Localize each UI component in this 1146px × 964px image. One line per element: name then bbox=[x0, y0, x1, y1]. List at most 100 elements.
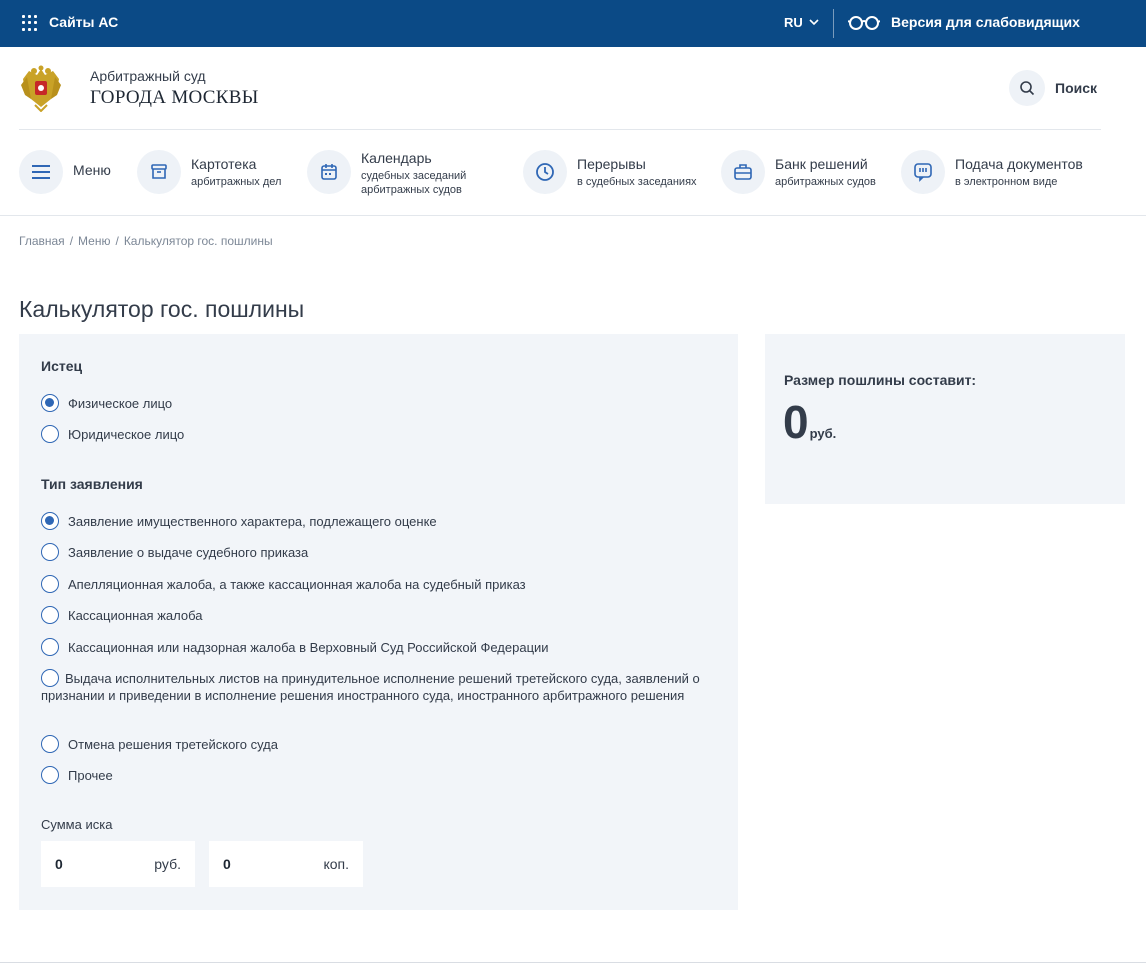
radio-court-order[interactable]: Заявление о выдаче судебного приказа bbox=[41, 543, 309, 561]
nav-menu[interactable]: Меню bbox=[19, 150, 111, 194]
page-title: Калькулятор гос. пошлины bbox=[19, 296, 305, 322]
coat-of-arms-logo[interactable] bbox=[19, 65, 63, 112]
nav-menu-label: Меню bbox=[73, 162, 111, 178]
nav-breaks[interactable]: Перерывы в судебных заседаниях bbox=[523, 150, 697, 194]
court-name-line2[interactable]: ГОРОДА МОСКВЫ bbox=[90, 87, 259, 109]
breadcrumb-menu[interactable]: Меню bbox=[78, 234, 110, 248]
radio-label: Кассационная или надзорная жалоба в Верх… bbox=[68, 640, 549, 655]
nav-calendar-title: Календарь bbox=[361, 150, 432, 166]
kopecks-value: 0 bbox=[223, 856, 231, 872]
archive-box-icon bbox=[151, 164, 167, 179]
breadcrumb-separator: / bbox=[115, 234, 119, 248]
radio-label: Юридическое лицо bbox=[68, 427, 185, 442]
radio-legal-entity[interactable]: Юридическое лицо bbox=[41, 425, 185, 443]
nav-filing-title: Подача документов bbox=[955, 156, 1083, 172]
radio-other[interactable]: Прочее bbox=[41, 766, 113, 784]
fee-amount: 0 bbox=[783, 396, 809, 448]
menu-icon-circle bbox=[19, 150, 63, 194]
radio-button-icon bbox=[41, 394, 59, 412]
bank-icon-circle bbox=[721, 150, 765, 194]
nav-calendar-subtitle1: судебных заседаний bbox=[361, 170, 467, 182]
plaintiff-section-title: Истец bbox=[41, 358, 83, 374]
header-divider bbox=[19, 129, 1101, 130]
radio-button-icon bbox=[41, 766, 59, 784]
radio-supreme-court[interactable]: Кассационная или надзорная жалоба в Верх… bbox=[41, 638, 549, 656]
message-alert-icon bbox=[914, 163, 932, 182]
rubles-input[interactable]: 0 руб. bbox=[41, 841, 195, 887]
breadcrumb-home[interactable]: Главная bbox=[19, 234, 65, 248]
radio-label: Кассационная жалоба bbox=[68, 608, 203, 623]
nav-breaks-subtitle: в судебных заседаниях bbox=[577, 176, 697, 188]
radio-button-icon bbox=[41, 512, 59, 530]
radio-label: Выдача исполнительных листов на принудит… bbox=[41, 671, 700, 703]
nav-calendar[interactable]: Календарь судебных заседаний арбитражных… bbox=[307, 150, 466, 197]
kopecks-unit: коп. bbox=[323, 856, 349, 872]
apps-grid-icon[interactable] bbox=[22, 15, 38, 31]
radio-label: Апелляционная жалоба, а также кассационн… bbox=[68, 577, 526, 592]
radio-button-icon bbox=[41, 575, 59, 593]
breadcrumb: Главная / Меню / Калькулятор гос. пошлин… bbox=[19, 234, 273, 248]
breadcrumb-current: Калькулятор гос. пошлины bbox=[123, 234, 273, 248]
radio-property-claim[interactable]: Заявление имущественного характера, подл… bbox=[41, 512, 437, 530]
footer-divider bbox=[0, 962, 1146, 963]
search-button[interactable]: Поиск bbox=[1009, 70, 1097, 106]
rubles-value: 0 bbox=[55, 856, 63, 872]
result-panel: Размер пошлины составит: 0 руб. bbox=[765, 334, 1125, 504]
radio-cassation[interactable]: Кассационная жалоба bbox=[41, 606, 203, 624]
radio-button-icon bbox=[41, 606, 59, 624]
radio-enforcement-writs[interactable]: Выдача исполнительных листов на принудит… bbox=[41, 669, 721, 704]
radio-label: Отмена решения третейского суда bbox=[68, 737, 278, 752]
radio-button-icon bbox=[41, 638, 59, 656]
kopecks-input[interactable]: 0 коп. bbox=[209, 841, 363, 887]
radio-button-icon bbox=[41, 735, 59, 753]
search-icon-circle bbox=[1009, 70, 1045, 106]
radio-individual[interactable]: Физическое лицо bbox=[41, 394, 173, 412]
sites-link[interactable]: Сайты АС bbox=[49, 14, 118, 30]
search-icon bbox=[1020, 81, 1035, 96]
fee-result: 0 руб. bbox=[783, 394, 836, 450]
calculator-form: Истец Физическое лицо Юридическое лицо Т… bbox=[19, 334, 738, 910]
search-label: Поиск bbox=[1055, 80, 1098, 96]
glasses-icon[interactable] bbox=[848, 14, 880, 32]
nav-filing[interactable]: Подача документов в электронном виде bbox=[901, 150, 1083, 194]
low-vision-version-link[interactable]: Версия для слабовидящих bbox=[891, 14, 1080, 30]
nav-bank[interactable]: Банк решений арбитражных судов bbox=[721, 150, 876, 194]
fee-currency: руб. bbox=[809, 426, 837, 441]
nav-divider bbox=[0, 215, 1146, 216]
calendar-icon-circle bbox=[307, 150, 351, 194]
topbar-divider bbox=[833, 9, 834, 38]
language-selector[interactable]: RU bbox=[784, 15, 819, 30]
court-name-line1: Арбитражный суд bbox=[90, 68, 206, 84]
nav-kartoteka-subtitle: арбитражных дел bbox=[191, 176, 282, 188]
nav-bank-subtitle: арбитражных судов bbox=[775, 176, 876, 188]
radio-button-icon bbox=[41, 425, 59, 443]
radio-arbitration-cancel[interactable]: Отмена решения третейского суда bbox=[41, 735, 278, 753]
nav-breaks-title: Перерывы bbox=[577, 156, 646, 172]
fee-result-label: Размер пошлины составит: bbox=[784, 372, 977, 388]
radio-label: Заявление имущественного характера, подл… bbox=[68, 514, 437, 529]
clock-icon bbox=[536, 163, 554, 181]
radio-label: Физическое лицо bbox=[68, 396, 173, 411]
briefcase-icon bbox=[734, 164, 752, 180]
radio-appeal[interactable]: Апелляционная жалоба, а также кассационн… bbox=[41, 575, 526, 593]
kartoteka-icon-circle bbox=[137, 150, 181, 194]
nav-kartoteka[interactable]: Картотека арбитражных дел bbox=[137, 150, 281, 194]
radio-label: Заявление о выдаче судебного приказа bbox=[68, 545, 309, 560]
claim-type-section-title: Тип заявления bbox=[41, 476, 143, 492]
claim-amount-label: Сумма иска bbox=[41, 817, 113, 832]
nav-kartoteka-title: Картотека bbox=[191, 156, 257, 172]
radio-label: Прочее bbox=[68, 768, 113, 783]
nav-bank-title: Банк решений bbox=[775, 156, 868, 172]
top-bar: Сайты АС RU Версия для слабовидящих bbox=[0, 0, 1146, 47]
breaks-icon-circle bbox=[523, 150, 567, 194]
filing-icon-circle bbox=[901, 150, 945, 194]
breadcrumb-separator: / bbox=[69, 234, 74, 248]
hamburger-icon bbox=[32, 165, 50, 179]
radio-button-icon bbox=[41, 669, 59, 687]
language-label: RU bbox=[784, 15, 803, 30]
calendar-icon bbox=[321, 164, 337, 180]
chevron-down-icon bbox=[809, 19, 819, 26]
nav-filing-subtitle: в электронном виде bbox=[955, 176, 1058, 188]
nav-calendar-subtitle2: арбитражных судов bbox=[361, 184, 462, 196]
rubles-unit: руб. bbox=[154, 856, 181, 872]
